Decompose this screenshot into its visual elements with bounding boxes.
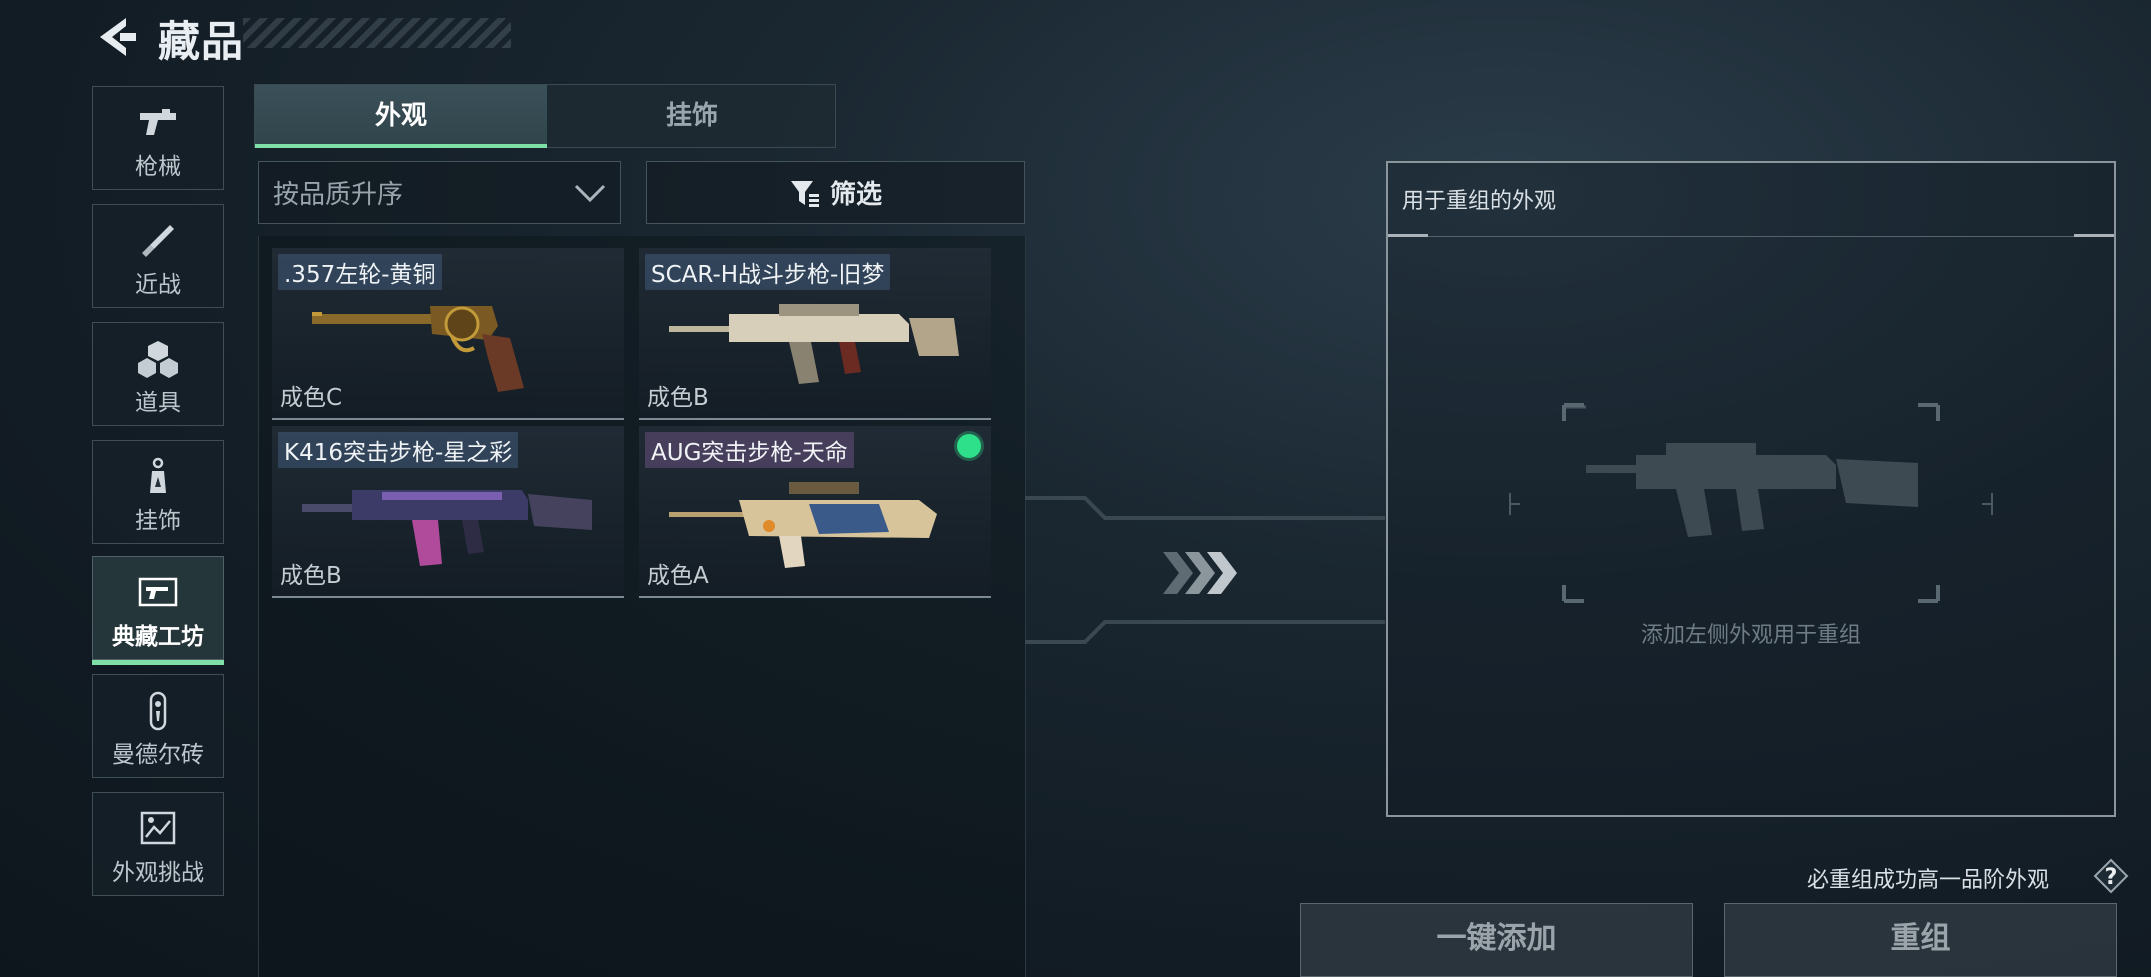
list-item[interactable]: K416突击步枪-星之彩 成色B [272, 426, 624, 598]
item-condition: 成色B [647, 385, 709, 411]
recombine-hint: 添加左侧外观用于重组 [1640, 623, 1861, 648]
item-list: .357左轮-黄铜 成色C SCAR-H战斗步枪-旧梦 成色B K416突击步枪… [258, 236, 1026, 977]
nav-item-items[interactable]: 道具 [92, 322, 224, 426]
filter-icon [790, 180, 819, 207]
nav-label: 近战 [135, 272, 181, 298]
list-item[interactable]: SCAR-H战斗步枪-旧梦 成色B [639, 248, 991, 420]
challenge-icon [140, 811, 176, 845]
add-all-button[interactable]: 一键添加 [1300, 903, 1693, 977]
back-arrow-icon[interactable] [92, 14, 138, 60]
nav-item-melee[interactable]: 近战 [92, 204, 224, 308]
workshop-icon [138, 577, 178, 607]
svg-text:?: ? [2105, 865, 2118, 890]
empty-slot-rifle-icon [1509, 403, 1993, 603]
item-name: K416突击步枪-星之彩 [278, 432, 519, 468]
list-item[interactable]: .357左轮-黄铜 成色C [272, 248, 624, 420]
cubes-icon [138, 341, 178, 378]
nav-item-workshop[interactable]: 典藏工坊 [92, 556, 224, 665]
nav-label: 曼德尔砖 [112, 742, 204, 768]
revolver-image [312, 306, 524, 392]
pistol-icon [140, 109, 176, 135]
title-decoration [243, 18, 511, 48]
nav-label: 枪械 [135, 154, 181, 180]
item-name: SCAR-H战斗步枪-旧梦 [645, 254, 891, 290]
item-name: .357左轮-黄铜 [278, 254, 442, 290]
tab-appearance[interactable]: 外观 [255, 85, 547, 148]
recombine-note: 必重组成功高一品阶外观 [1807, 868, 2050, 893]
sort-dropdown[interactable]: 按品质升序 [258, 161, 621, 224]
nav-item-mandel-brick[interactable]: 曼德尔砖 [92, 674, 224, 778]
page-title: 藏品 [158, 17, 245, 66]
brick-icon [149, 691, 167, 731]
help-icon[interactable]: ? [2093, 858, 2129, 894]
nav-label: 外观挑战 [112, 860, 204, 886]
panel-divider [1388, 234, 2114, 237]
nav-label: 典藏工坊 [112, 624, 204, 650]
nav-item-charms[interactable]: 挂饰 [92, 440, 224, 544]
charm-icon [150, 457, 166, 493]
rifle-image [669, 304, 959, 384]
tab-charms[interactable]: 挂饰 [547, 85, 837, 147]
item-condition: 成色C [280, 385, 343, 411]
tab-bar: 外观 挂饰 [254, 84, 836, 148]
knife-icon [142, 225, 174, 257]
recombine-panel: 用于重组的外观 添加左侧外观用于重组 [1386, 161, 2116, 817]
rifle-image [669, 482, 937, 568]
item-condition: 成色A [647, 563, 709, 589]
sort-label: 按品质升序 [273, 180, 404, 210]
nav-item-guns[interactable]: 枪械 [92, 86, 224, 190]
selected-indicator [957, 434, 981, 458]
filter-button[interactable]: 筛选 [646, 161, 1025, 224]
nav-label: 挂饰 [135, 508, 181, 534]
chevron-down-icon [574, 184, 606, 203]
item-condition: 成色B [280, 563, 342, 589]
nav-label: 道具 [135, 390, 181, 416]
nav-item-appearance-challenge[interactable]: 外观挑战 [92, 792, 224, 896]
item-name: AUG突击步枪-天命 [645, 432, 854, 468]
forward-chevrons-icon [1163, 552, 1237, 594]
rifle-image [302, 490, 592, 566]
filter-label: 筛选 [830, 180, 883, 210]
list-item[interactable]: AUG突击步枪-天命 成色A [639, 426, 991, 598]
recombine-button[interactable]: 重组 [1724, 903, 2117, 977]
recombine-panel-title: 用于重组的外观 [1402, 189, 1557, 214]
